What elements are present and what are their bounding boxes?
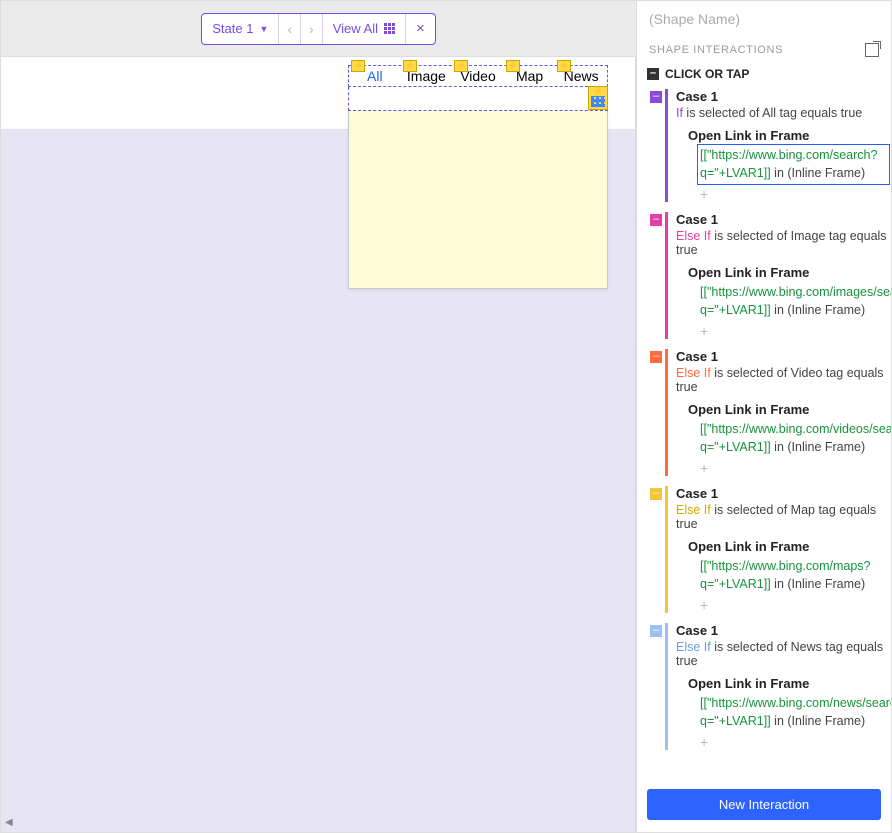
canvas-area: State 1 ▼ ‹ › View All × ⚡All ⚡Image ⚡Vi…	[1, 1, 636, 832]
tab-label: All	[367, 68, 383, 84]
section-header: SHAPE INTERACTIONS	[637, 37, 891, 63]
case-block[interactable]: –Case 1Else If is selected of Image tag …	[665, 212, 887, 339]
lightning-icon: ⚡	[403, 60, 417, 72]
action-body[interactable]: [["https://www.bing.com/videos/search?q=…	[700, 421, 887, 456]
add-action-button[interactable]: +	[700, 186, 887, 202]
case-title: Case 1	[676, 349, 887, 364]
action-body[interactable]: [["https://www.bing.com/maps?q="+LVAR1]]…	[700, 558, 887, 593]
prev-state-button[interactable]: ‹	[278, 14, 300, 44]
scroll-left-icon[interactable]: ◀	[5, 817, 13, 828]
case-condition[interactable]: Else If is selected of News tag equals t…	[676, 640, 887, 668]
next-state-button[interactable]: ›	[300, 14, 322, 44]
tab-news[interactable]: ⚡News	[555, 66, 607, 86]
action-title: Open Link in Frame	[688, 402, 887, 417]
event-row[interactable]: – CLICK OR TAP	[637, 63, 891, 85]
case-block[interactable]: –Case 1If is selected of All tag equals …	[665, 89, 887, 202]
popout-icon[interactable]	[865, 43, 879, 57]
collapse-icon[interactable]: –	[647, 68, 659, 80]
prototype-group[interactable]: ⚡All ⚡Image ⚡Video ⚡Map ⚡News	[348, 65, 608, 289]
lightning-icon: ⚡	[351, 60, 365, 72]
action-title: Open Link in Frame	[688, 265, 887, 280]
go-button[interactable]	[588, 86, 608, 110]
case-condition[interactable]: Else If is selected of Map tag equals tr…	[676, 503, 887, 531]
collapse-icon[interactable]: –	[650, 488, 662, 500]
case-condition[interactable]: Else If is selected of Video tag equals …	[676, 366, 887, 394]
collapse-icon[interactable]: –	[650, 214, 662, 226]
grid-icon	[384, 23, 395, 34]
search-field[interactable]	[348, 87, 608, 111]
case-block[interactable]: –Case 1Else If is selected of Map tag eq…	[665, 486, 887, 613]
collapse-icon[interactable]: –	[650, 351, 662, 363]
new-interaction-button[interactable]: New Interaction	[647, 789, 881, 820]
state-label-text: State 1	[212, 21, 253, 36]
section-title: SHAPE INTERACTIONS	[649, 44, 783, 56]
action-body[interactable]: [["https://www.bing.com/news/search?q="+…	[700, 695, 887, 730]
lightning-icon: ⚡	[557, 60, 571, 72]
case-block[interactable]: –Case 1Else If is selected of News tag e…	[665, 623, 887, 750]
close-state-button[interactable]: ×	[405, 14, 435, 44]
design-stage[interactable]: ⚡All ⚡Image ⚡Video ⚡Map ⚡News ◀	[1, 57, 636, 832]
cases-list: – Case 1 If is selected of All tag equals …	[637, 85, 891, 781]
panel-divider[interactable]	[635, 57, 636, 832]
tab-video[interactable]: ⚡Video	[452, 66, 504, 86]
state-dropdown[interactable]: State 1 ▼	[202, 14, 278, 44]
tabs-row: ⚡All ⚡Image ⚡Video ⚡Map ⚡News	[348, 65, 608, 87]
state-selector: State 1 ▼ ‹ › View All ×	[201, 13, 436, 45]
add-action-button[interactable]: +	[700, 323, 887, 339]
interactions-panel: (Shape Name) SHAPE INTERACTIONS – CLICK …	[636, 1, 891, 832]
tab-all[interactable]: ⚡All	[349, 66, 401, 86]
case-title: Case 1	[676, 623, 887, 638]
lightning-icon: ⚡	[454, 60, 468, 72]
case-title: Case 1	[676, 486, 887, 501]
action-title: Open Link in Frame	[688, 128, 887, 143]
add-action-button[interactable]: +	[700, 734, 887, 750]
caret-down-icon: ▼	[259, 24, 268, 34]
action-title: Open Link in Frame	[688, 539, 887, 554]
tab-map[interactable]: ⚡Map	[504, 66, 556, 86]
action-body[interactable]: [["https://www.bing.com/images/search?q=…	[700, 284, 887, 319]
shape-name-input[interactable]: (Shape Name)	[637, 1, 891, 37]
add-action-button[interactable]: +	[700, 597, 887, 613]
action-title: Open Link in Frame	[688, 676, 887, 691]
inline-frame[interactable]	[348, 111, 608, 289]
case-title: Case 1	[676, 89, 887, 104]
lightning-icon: ⚡	[506, 60, 520, 72]
case-block[interactable]: –Case 1Else If is selected of Video tag …	[665, 349, 887, 476]
event-label: CLICK OR TAP	[665, 67, 749, 81]
collapse-icon[interactable]: –	[650, 625, 662, 637]
case-title: Case 1	[676, 212, 887, 227]
collapse-icon[interactable]: –	[650, 91, 662, 103]
view-all-button[interactable]: View All	[322, 14, 405, 44]
tab-image[interactable]: ⚡Image	[401, 66, 453, 86]
view-all-label: View All	[333, 21, 378, 36]
case-condition[interactable]: If is selected of All tag equals true	[676, 106, 887, 120]
action-body[interactable]: [["https://www.bing.com/search?q="+LVAR1…	[700, 147, 887, 182]
case-condition[interactable]: Else If is selected of Image tag equals …	[676, 229, 887, 257]
add-action-button[interactable]: +	[700, 460, 887, 476]
canvas-toolbar: State 1 ▼ ‹ › View All ×	[1, 1, 636, 57]
tab-label: Map	[516, 68, 543, 84]
